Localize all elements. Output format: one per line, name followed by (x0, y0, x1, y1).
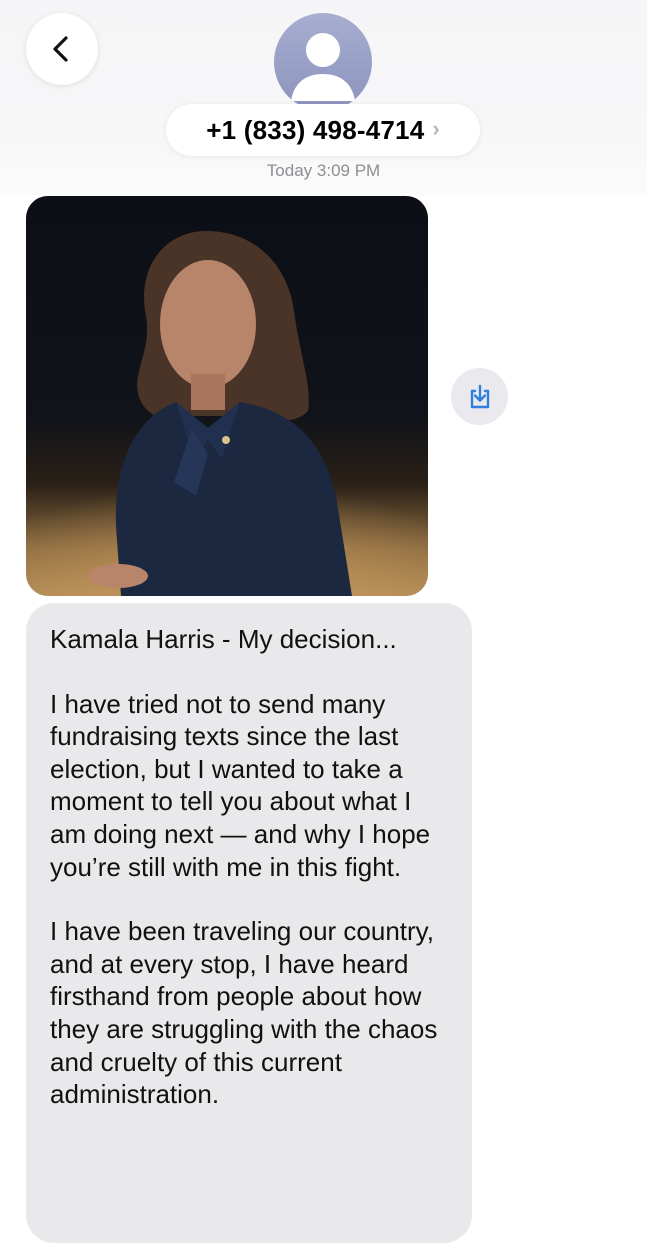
back-button[interactable] (26, 13, 98, 85)
download-to-device-icon (470, 384, 489, 408)
contact-avatar[interactable] (274, 13, 372, 111)
chevron-left-icon (53, 36, 68, 62)
chevron-right-icon: › (432, 116, 440, 141)
conversation-header: +1 (833) 498-4714 › Today 3:09 PM (0, 0, 647, 196)
timestamp-time: 3:09 PM (316, 161, 381, 180)
message-title: Kamala Harris - My decision... (50, 624, 397, 654)
message-paragraph-1: I have tried not to send many fundraisin… (50, 688, 431, 882)
save-attachment-button[interactable] (451, 368, 508, 425)
message-bubble[interactable]: Kamala Harris - My decision... I have tr… (26, 603, 472, 1243)
attachment-photo (26, 231, 428, 596)
person-icon (291, 33, 355, 101)
message-paragraph-2: I have been traveling our country, and a… (50, 916, 438, 1110)
photo-attachment[interactable] (26, 196, 428, 596)
contact-name-button[interactable]: +1 (833) 498-4714 › (166, 104, 480, 156)
contact-number: +1 (833) 498-4714 (206, 114, 425, 145)
timestamp-day: Today (266, 161, 313, 180)
message-timestamp: Today 3:09 PM (0, 161, 647, 181)
